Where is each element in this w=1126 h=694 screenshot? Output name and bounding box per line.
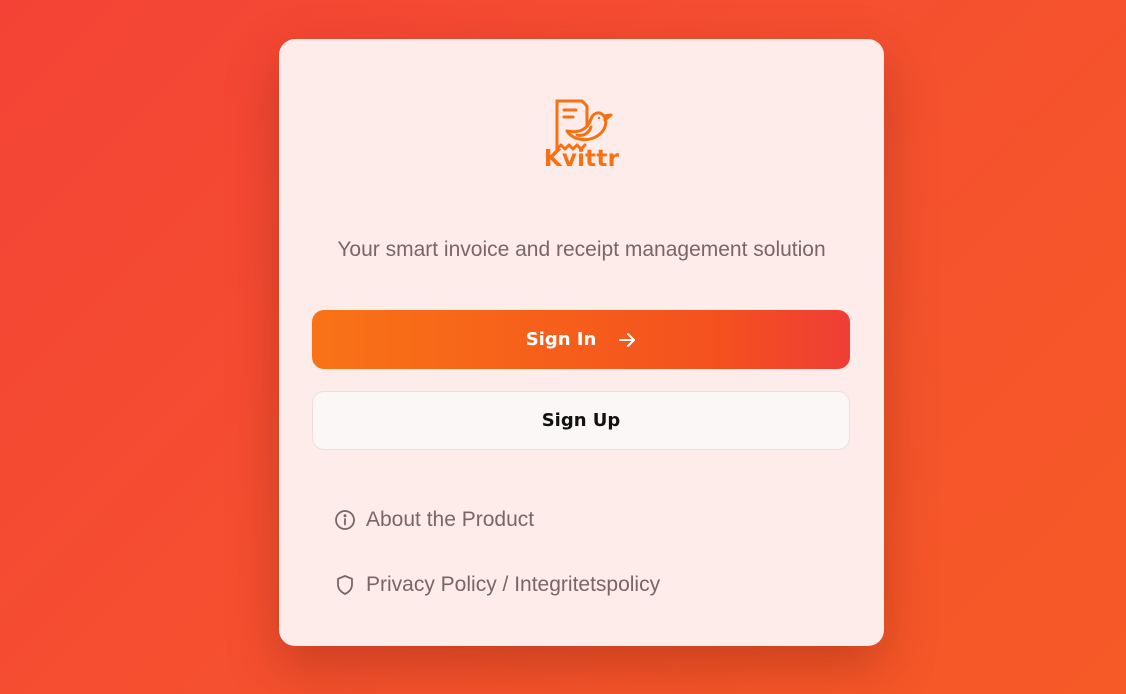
sign-in-label: Sign In: [525, 329, 597, 350]
arrow-right-icon: [618, 331, 636, 349]
about-product-label: About the Product: [366, 508, 535, 531]
sign-up-button[interactable]: Sign Up: [312, 391, 850, 450]
sign-up-label: Sign Up: [541, 410, 621, 431]
info-icon: [334, 509, 356, 531]
brand-name: Kvittr: [543, 146, 620, 172]
tagline: Your smart invoice and receipt managemen…: [337, 238, 826, 261]
privacy-policy-label: Privacy Policy / Integritetspolicy: [366, 573, 661, 596]
sign-in-button[interactable]: Sign In: [312, 310, 850, 369]
privacy-policy-link[interactable]: Privacy Policy / Integritetspolicy: [334, 573, 660, 597]
login-card: Kvittr Your smart invoice and receipt ma…: [279, 39, 884, 646]
about-product-link[interactable]: About the Product: [334, 508, 534, 532]
shield-icon: [334, 574, 356, 596]
